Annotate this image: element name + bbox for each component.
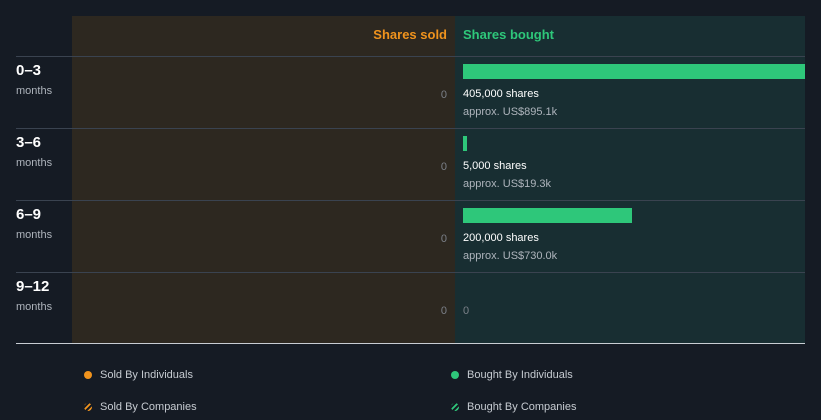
bought-shares-label: 405,000 shares xyxy=(463,88,539,100)
period-unit: months xyxy=(16,301,53,313)
period-label: 6–9 months xyxy=(16,206,52,241)
bought-shares-label: 200,000 shares xyxy=(463,232,539,244)
bought-value-label: approx. US$730.0k xyxy=(463,250,558,262)
legend-hatch-icon xyxy=(451,403,459,411)
chart-baseline xyxy=(16,343,805,344)
bought-value-label: approx. US$895.1k xyxy=(463,106,558,118)
legend-dot-icon xyxy=(84,371,92,379)
row-divider xyxy=(16,56,805,57)
bought-bar xyxy=(463,64,805,79)
period-range: 3–6 xyxy=(16,134,42,151)
period-label: 0–3 months xyxy=(16,62,52,97)
period-range: 6–9 xyxy=(16,206,42,223)
period-unit: months xyxy=(16,85,53,97)
bought-shares-label: 5,000 shares xyxy=(463,160,527,172)
row-divider xyxy=(16,272,805,273)
shares-sold-value: 0 xyxy=(440,161,447,173)
row-divider xyxy=(16,200,805,201)
legend-label: Sold By Individuals xyxy=(100,369,193,381)
period-label: 3–6 months xyxy=(16,134,52,169)
shares-sold-value: 0 xyxy=(440,305,447,317)
legend-dot-icon xyxy=(451,371,459,379)
legend-hatch-icon xyxy=(84,403,92,411)
legend-label: Bought By Individuals xyxy=(467,369,573,381)
shares-bought-value: 0 xyxy=(463,305,470,317)
period-range: 0–3 xyxy=(16,62,42,79)
bought-bar xyxy=(463,208,632,223)
period-unit: months xyxy=(16,157,53,169)
shares-bought-header: Shares bought xyxy=(463,27,555,42)
bought-bar xyxy=(463,136,467,151)
shares-sold-header: Shares sold xyxy=(373,27,447,42)
shares-sold-value: 0 xyxy=(440,89,447,101)
bought-value-label: approx. US$19.3k xyxy=(463,178,552,190)
row-divider xyxy=(16,128,805,129)
period-unit: months xyxy=(16,229,53,241)
legend-label: Bought By Companies xyxy=(467,401,577,413)
shares-sold-value: 0 xyxy=(440,233,447,245)
period-label: 9–12 months xyxy=(16,278,52,313)
legend-label: Sold By Companies xyxy=(100,401,197,413)
shares-sold-panel xyxy=(72,16,455,343)
period-range: 9–12 xyxy=(16,278,50,295)
